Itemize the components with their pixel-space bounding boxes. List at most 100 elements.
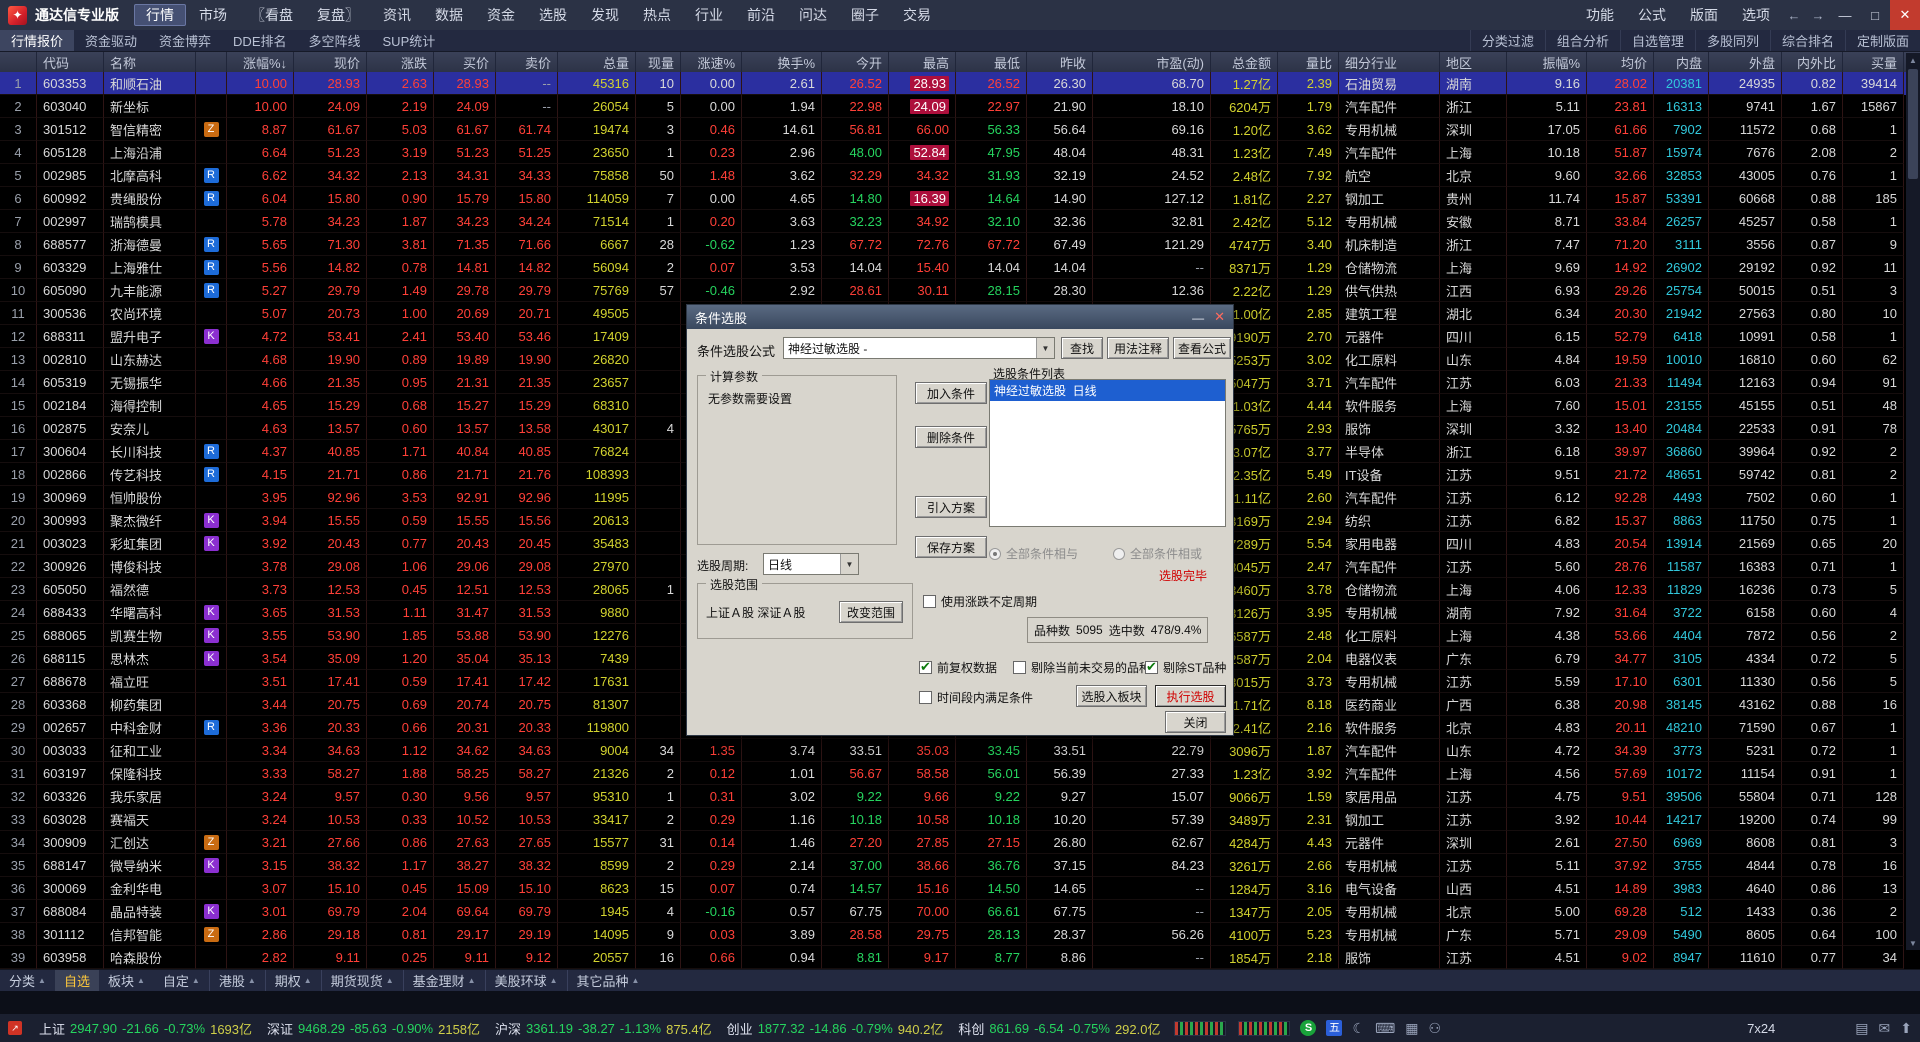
column-header[interactable]: 振幅% (1507, 52, 1587, 72)
select-to-block-button[interactable]: 选股入板块 (1076, 685, 1147, 707)
popup-arrow-icon[interactable]: ▲ (632, 976, 640, 985)
import-plan-button[interactable]: 引入方案 (915, 496, 987, 518)
radio-all-and[interactable]: 全部条件相与 (989, 545, 1078, 562)
toolbar-tool[interactable]: 自选管理 (1619, 30, 1695, 51)
toolbar-tab[interactable]: DDE排名 (222, 30, 297, 51)
mail-icon[interactable] (1879, 1021, 1891, 1035)
column-header[interactable]: 卖价 (496, 52, 558, 72)
index-name[interactable]: 创业 (727, 1019, 753, 1038)
table-row[interactable]: 30 003033 征和工业 3.34 34.63 1.12 34.62 34.63 9004 3… (0, 739, 1920, 762)
save-plan-button[interactable]: 保存方案 (915, 536, 987, 558)
vertical-scrollbar[interactable]: ▲ ▼ (1906, 53, 1920, 950)
menu-item[interactable]: 版面 (1679, 4, 1729, 26)
page-tab[interactable]: 板块 ▲ (99, 970, 154, 991)
menu-item[interactable]: 数据 (424, 4, 474, 26)
column-header[interactable]: 量比 (1278, 52, 1339, 72)
column-header[interactable]: 今开 (822, 52, 889, 72)
column-header[interactable]: 涨幅%↓ (227, 52, 294, 72)
table-row[interactable]: 37 688084 晶品特装 K 3.01 69.79 2.04 69.64 69.79 1945… (0, 900, 1920, 923)
menu-item[interactable]: 行业 (684, 4, 734, 26)
layout-grid-icon[interactable] (1405, 1021, 1418, 1035)
scrollbar-thumb[interactable] (1908, 69, 1918, 179)
checkbox-updown-period[interactable]: 使用涨跌不定周期 (923, 593, 1037, 610)
index-name[interactable]: 科创 (958, 1019, 984, 1038)
column-header[interactable]: 现量 (636, 52, 681, 72)
column-header[interactable]: 昨收 (1027, 52, 1093, 72)
column-header[interactable]: 总量 (558, 52, 636, 72)
column-header[interactable]: 外盘 (1709, 52, 1782, 72)
column-header[interactable]: 总金额 (1211, 52, 1278, 72)
menu-item[interactable]: 市场 (188, 4, 238, 26)
menu-item[interactable]: 选股 (528, 4, 578, 26)
checkbox-forward-adjusted[interactable]: 前复权数据 (919, 659, 997, 676)
toolbar-tool[interactable]: 定制版面 (1844, 30, 1920, 51)
tdx-coin-icon[interactable]: S (1300, 1020, 1317, 1036)
table-row[interactable]: 1 603353 和顺石油 10.00 28.93 2.63 28.93 -- 45316 10 0… (0, 72, 1920, 95)
table-row[interactable]: 4 605128 上海沿浦 6.64 51.23 3.19 51.23 51.25 23650 1… (0, 141, 1920, 164)
night-mode-icon[interactable] (1352, 1021, 1365, 1035)
menu-item[interactable]: 交易 (892, 4, 942, 26)
menu-item[interactable]: 圈子 (840, 4, 890, 26)
table-row[interactable]: 35 688147 微导纳米 K 3.15 38.32 1.17 38.27 38.32 8599… (0, 854, 1920, 877)
add-condition-button[interactable]: 加入条件 (915, 382, 987, 404)
popup-arrow-icon[interactable]: ▲ (468, 976, 476, 985)
upload-icon[interactable] (1900, 1021, 1912, 1035)
hotkey-icon[interactable]: ↗ (8, 1021, 22, 1035)
column-header[interactable]: 最高 (889, 52, 956, 72)
menu-item[interactable]: 行情 (134, 4, 186, 26)
table-row[interactable]: 31 603197 保隆科技 3.33 58.27 1.88 58.25 58.27 21326… (0, 762, 1920, 785)
toolbar-tool[interactable]: 组合分析 (1544, 30, 1620, 51)
menu-item[interactable]: 前沿 (736, 4, 786, 26)
page-tab[interactable]: 基金理财 ▲ (404, 970, 486, 991)
toolbar-tab[interactable]: 多空阵线 (298, 30, 372, 51)
usage-note-button[interactable]: 用法注释 (1107, 337, 1169, 359)
toolbar-tab[interactable]: 资金驱动 (74, 30, 148, 51)
input-method-icon[interactable]: 五 (1326, 1020, 1343, 1036)
scroll-up-icon[interactable]: ▲ (1906, 53, 1920, 67)
menu-item[interactable]: 公式 (1627, 4, 1677, 26)
toolbar-tab[interactable]: 资金博弈 (148, 30, 222, 51)
popup-arrow-icon[interactable]: ▲ (192, 976, 200, 985)
index-name[interactable]: 深证 (267, 1019, 293, 1038)
table-row[interactable]: 39 603958 哈森股份 2.82 9.11 0.25 9.11 9.12 20557 16 0… (0, 946, 1920, 969)
dialog-close-icon[interactable] (1214, 309, 1225, 325)
page-tab[interactable]: 期货现货 ▲ (322, 970, 404, 991)
table-row[interactable]: 3 301512 智信精密 Z 8.87 61.67 5.03 61.67 61.74 19474… (0, 118, 1920, 141)
checkbox-exclude-st[interactable]: 剔除ST品种 (1145, 659, 1226, 676)
users-icon[interactable] (1429, 1021, 1442, 1035)
close-dialog-button[interactable]: 关闭 (1165, 711, 1226, 733)
column-header[interactable] (196, 52, 227, 72)
chevron-down-icon[interactable] (840, 554, 858, 574)
menu-item[interactable]: 热点 (632, 4, 682, 26)
popup-arrow-icon[interactable]: ▲ (248, 976, 256, 985)
period-combobox[interactable]: 日线 (763, 553, 859, 575)
find-button[interactable]: 查找 (1061, 337, 1103, 359)
table-row[interactable]: 7 002997 瑞鹄模具 5.78 34.23 1.87 34.23 34.24 71514 1… (0, 210, 1920, 233)
column-header[interactable]: 涨速% (681, 52, 742, 72)
menu-item[interactable]: 问达 (788, 4, 838, 26)
page-tab[interactable]: 分类 ▲ (0, 970, 55, 991)
column-header[interactable]: 均价 (1587, 52, 1654, 72)
page-tab[interactable]: 自定 ▲ (154, 970, 210, 991)
nav-back-icon[interactable]: ← (1782, 0, 1806, 30)
toolbar-tool[interactable]: 多股同列 (1694, 30, 1770, 51)
toolbar-tool[interactable]: 综合排名 (1769, 30, 1845, 51)
menu-item[interactable]: 功能 (1575, 4, 1625, 26)
popup-arrow-icon[interactable]: ▲ (137, 976, 145, 985)
column-header[interactable]: 买价 (434, 52, 496, 72)
table-row[interactable]: 2 603040 新坐标 10.00 24.09 2.19 24.09 -- 26054 5 0.0… (0, 95, 1920, 118)
page-tab[interactable]: 港股 ▲ (210, 970, 266, 991)
column-header[interactable] (0, 52, 37, 72)
table-row[interactable]: 5 002985 北摩高科 R 6.62 34.32 2.13 34.31 34.33 75858… (0, 164, 1920, 187)
column-header[interactable]: 买量 (1843, 52, 1904, 72)
dialog-titlebar[interactable]: 条件选股 (687, 305, 1233, 329)
table-row[interactable]: 9 603329 上海雅仕 R 5.56 14.82 0.78 14.81 14.82 56094… (0, 256, 1920, 279)
column-header[interactable]: 最低 (956, 52, 1027, 72)
view-formula-button[interactable]: 查看公式 (1173, 337, 1231, 359)
maximize-icon[interactable]: □ (1860, 0, 1890, 30)
dialog-minimize-icon[interactable] (1192, 310, 1204, 325)
execute-select-button[interactable]: 执行选股 (1155, 685, 1226, 707)
keyboard-wizard-icon[interactable] (1375, 1021, 1395, 1035)
table-row[interactable]: 8 688577 浙海德曼 R 5.65 71.30 3.81 71.35 71.66 6667 2… (0, 233, 1920, 256)
toolbar-tab[interactable]: 行情报价 (0, 30, 75, 51)
